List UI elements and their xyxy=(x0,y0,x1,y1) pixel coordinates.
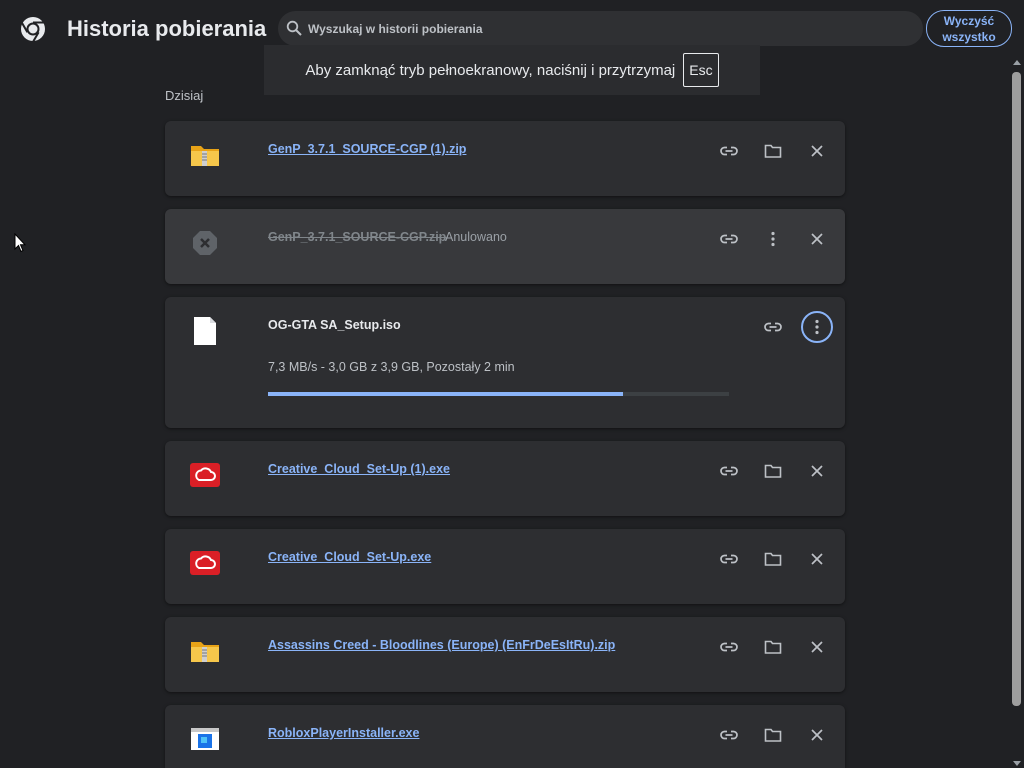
file-name-link[interactable]: Assassins Creed - Bloodlines (Europe) (E… xyxy=(268,638,615,652)
esc-key-badge: Esc xyxy=(683,53,719,87)
date-section-label: Dzisiaj xyxy=(165,88,204,103)
download-item: Assassins Creed - Bloodlines (Europe) (E… xyxy=(165,617,845,692)
close-icon xyxy=(811,641,823,653)
scrollbar-thumb[interactable] xyxy=(1012,72,1021,706)
search-box[interactable] xyxy=(278,11,923,46)
link-icon xyxy=(720,146,738,156)
chrome-logo-icon xyxy=(21,17,45,42)
show-in-folder-button[interactable] xyxy=(757,719,789,751)
progress-bar-fill xyxy=(268,392,623,396)
file-name: OG-GTA SA_Setup.iso xyxy=(268,318,401,332)
scroll-down-arrow-icon[interactable] xyxy=(1013,761,1021,766)
copy-link-button[interactable] xyxy=(713,223,745,255)
more-actions-button[interactable] xyxy=(801,311,833,343)
clear-all-button[interactable]: Wyczyść wszystko xyxy=(926,10,1012,47)
creative-cloud-icon xyxy=(190,551,220,575)
link-icon xyxy=(720,730,738,740)
more-actions-button[interactable] xyxy=(757,223,789,255)
download-item: GenP_3.7.1_SOURCE-CGP.zip Anulowano xyxy=(165,209,845,284)
creative-cloud-icon xyxy=(190,463,220,487)
copy-link-button[interactable] xyxy=(713,543,745,575)
search-input[interactable] xyxy=(308,11,908,46)
file-name-link[interactable]: RobloxPlayerInstaller.exe xyxy=(268,726,419,740)
link-icon xyxy=(720,642,738,652)
search-icon xyxy=(286,20,302,36)
remove-button[interactable] xyxy=(801,135,833,167)
link-icon xyxy=(720,466,738,476)
close-icon xyxy=(811,729,823,741)
copy-link-button[interactable] xyxy=(713,631,745,663)
remove-button[interactable] xyxy=(801,543,833,575)
close-icon xyxy=(811,233,823,245)
vertical-scrollbar[interactable] xyxy=(1009,58,1024,768)
close-icon xyxy=(811,145,823,157)
progress-bar xyxy=(268,392,729,396)
link-icon xyxy=(720,234,738,244)
progress-status-text: 7,3 MB/s - 3,0 GB z 3,9 GB, Pozostały 2 … xyxy=(268,360,515,374)
link-icon xyxy=(764,322,782,332)
download-item: Creative_Cloud_Set-Up.exe xyxy=(165,529,845,604)
close-icon xyxy=(811,553,823,565)
folder-icon xyxy=(764,728,782,742)
status-label: Anulowano xyxy=(445,230,507,244)
show-in-folder-button[interactable] xyxy=(757,631,789,663)
installer-window-icon xyxy=(191,728,219,750)
download-item: RobloxPlayerInstaller.exe xyxy=(165,705,845,768)
toast-message: Aby zamknąć tryb pełnoekranowy, naciśnij… xyxy=(305,61,676,79)
close-icon xyxy=(811,465,823,477)
file-name-link[interactable]: GenP_3.7.1_SOURCE-CGP (1).zip xyxy=(268,142,466,156)
fullscreen-exit-toast: Aby zamknąć tryb pełnoekranowy, naciśnij… xyxy=(264,45,760,95)
show-in-folder-button[interactable] xyxy=(757,455,789,487)
cancelled-icon xyxy=(193,231,217,255)
more-vert-icon xyxy=(771,231,775,247)
folder-icon xyxy=(764,552,782,566)
remove-button[interactable] xyxy=(801,719,833,751)
copy-link-button[interactable] xyxy=(713,455,745,487)
file-name-link[interactable]: Creative_Cloud_Set-Up.exe xyxy=(268,550,431,564)
download-item: Creative_Cloud_Set-Up (1).exe xyxy=(165,441,845,516)
folder-icon xyxy=(764,464,782,478)
show-in-folder-button[interactable] xyxy=(757,543,789,575)
mouse-cursor-icon xyxy=(14,233,26,253)
remove-button[interactable] xyxy=(801,455,833,487)
copy-link-button[interactable] xyxy=(713,135,745,167)
download-item: GenP_3.7.1_SOURCE-CGP (1).zip xyxy=(165,121,845,196)
copy-link-button[interactable] xyxy=(757,311,789,343)
link-icon xyxy=(720,554,738,564)
download-item-in-progress: OG-GTA SA_Setup.iso 7,3 MB/s - 3,0 GB z … xyxy=(165,297,845,428)
copy-link-button[interactable] xyxy=(713,719,745,751)
page-title: Historia pobierania xyxy=(67,16,267,41)
show-in-folder-button[interactable] xyxy=(757,135,789,167)
remove-button[interactable] xyxy=(801,631,833,663)
remove-button[interactable] xyxy=(801,223,833,255)
zip-folder-icon xyxy=(191,642,219,662)
more-vert-icon xyxy=(815,319,819,335)
file-name: GenP_3.7.1_SOURCE-CGP.zip xyxy=(268,230,447,244)
folder-icon xyxy=(764,144,782,158)
document-icon xyxy=(194,317,216,345)
file-name-link[interactable]: Creative_Cloud_Set-Up (1).exe xyxy=(268,462,450,476)
scroll-up-arrow-icon[interactable] xyxy=(1013,60,1021,65)
zip-folder-icon xyxy=(191,146,219,166)
folder-icon xyxy=(764,640,782,654)
